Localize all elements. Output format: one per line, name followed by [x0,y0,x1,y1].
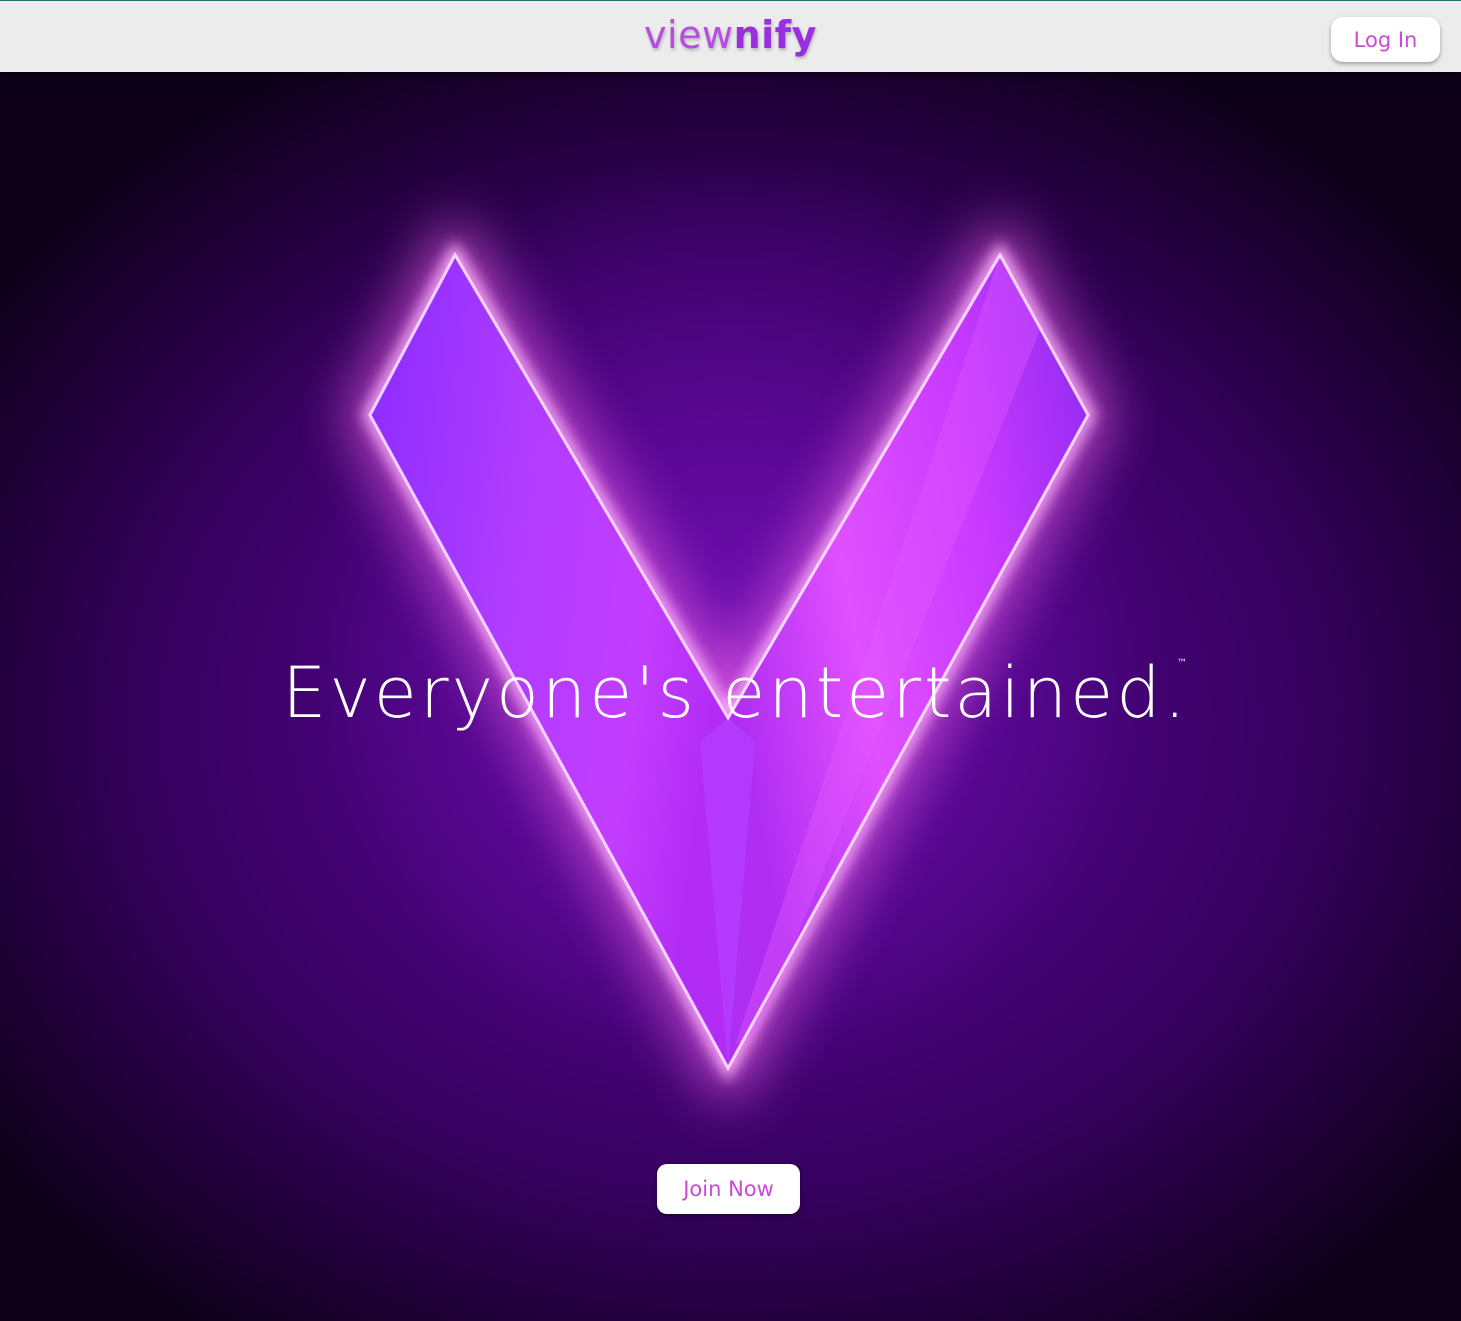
join-now-button[interactable]: Join Now [657,1164,800,1214]
brand-logo[interactable]: viewnify [0,11,1461,59]
logo-text-light: view [644,13,734,57]
trademark-symbol: ™ [1177,658,1187,669]
hero-tagline: Everyone's entertained. [282,652,1189,734]
top-bar: viewnify Log In [0,0,1461,72]
log-in-button[interactable]: Log In [1331,17,1440,62]
logo-text-bold: nify [733,13,817,57]
